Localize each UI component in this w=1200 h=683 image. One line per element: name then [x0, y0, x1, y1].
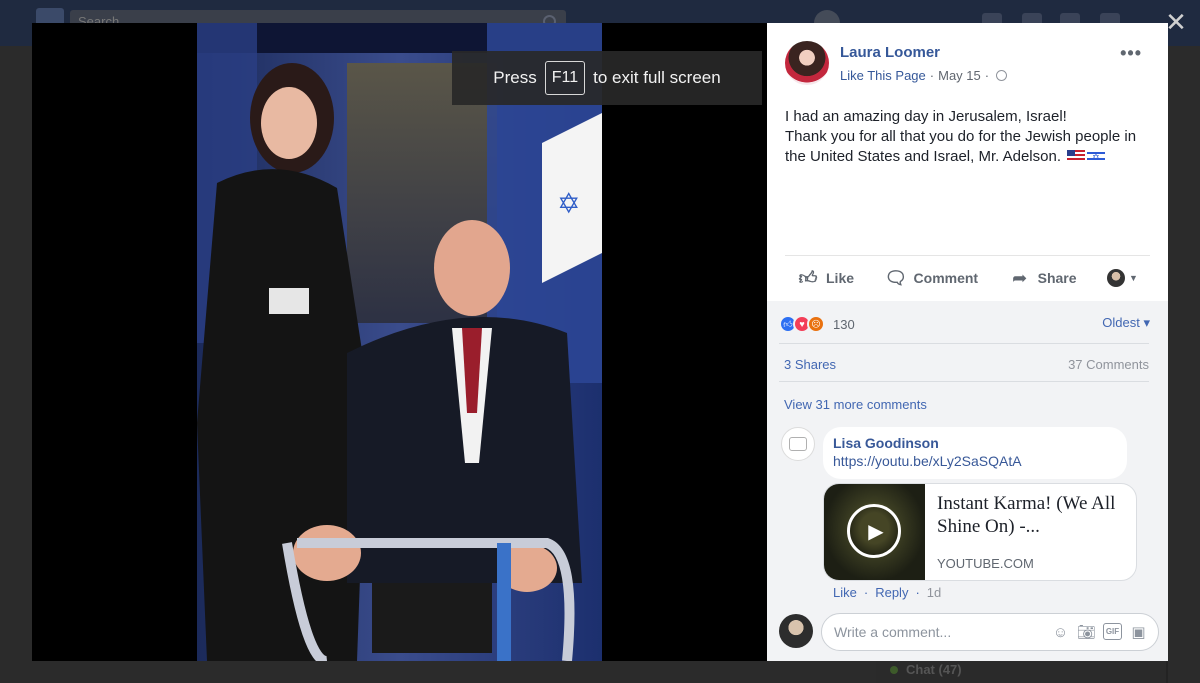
- row-divider-2: [779, 381, 1149, 382]
- angry-reaction-icon: ☹: [807, 315, 825, 333]
- us-flag-icon: [1067, 150, 1086, 162]
- emoji-icon[interactable]: ☺: [1051, 623, 1070, 642]
- current-user-avatar: [779, 614, 813, 648]
- online-dot-icon: [890, 666, 898, 674]
- post-photo[interactable]: ✡: [197, 23, 602, 661]
- svg-text:✡: ✡: [557, 187, 580, 220]
- chat-label: Chat (47): [906, 662, 962, 677]
- comment-label: Comment: [913, 270, 979, 286]
- israel-flag-icon: [1087, 147, 1106, 167]
- view-more-comments-link[interactable]: View 31 more comments: [784, 397, 927, 412]
- post-as-selector[interactable]: ▼: [1107, 269, 1138, 287]
- sticker-icon[interactable]: ▣: [1129, 623, 1148, 642]
- commenter-avatar[interactable]: [781, 427, 815, 461]
- background-right: [1168, 46, 1200, 683]
- share-arrow-icon: ➦: [1012, 268, 1028, 288]
- comment-actions-dot: ·: [863, 585, 869, 600]
- post-header: Laura Loomer Like This Page · May 15 · •…: [785, 41, 1150, 91]
- preview-domain: YOUTUBE.COM: [937, 556, 1034, 571]
- chevron-down-icon: ▼: [1129, 273, 1138, 283]
- comments-area: 👍︎ ♥ ☹ 130 Oldest ▾ 3 Shares 37 Comments…: [767, 301, 1168, 661]
- like-label: Like: [826, 270, 855, 286]
- comment-time[interactable]: 1d: [927, 585, 941, 600]
- globe-icon: [996, 70, 1008, 81]
- author-avatar[interactable]: [785, 41, 829, 85]
- author-name[interactable]: Laura Loomer: [840, 44, 940, 61]
- thumbs-up-icon: 👍︎: [798, 268, 818, 288]
- post-text-line-2-wrap: Thank you for all that you do for the Je…: [785, 127, 1155, 167]
- post-actions: 👍︎ Like 🗨︎ Comment ➦ Share ▼: [785, 257, 1150, 299]
- video-thumbnail: ▶: [824, 484, 925, 580]
- speech-bubble-icon: 🗨︎: [884, 268, 908, 288]
- fullscreen-hint-prefix: Press: [493, 68, 537, 87]
- stats-row: 3 Shares 37 Comments: [784, 357, 1149, 372]
- link-preview-card[interactable]: ▶ Instant Karma! (We All Shine On) -... …: [823, 483, 1137, 581]
- comment-actions: Like · Reply · 1d: [833, 585, 941, 600]
- post-meta: Like This Page · May 15 ·: [840, 68, 1008, 83]
- row-divider: [779, 343, 1149, 344]
- commenter-avatar-logo: [789, 437, 807, 451]
- photo-stage: ✡: [32, 23, 767, 661]
- comments-count[interactable]: 37 Comments: [1068, 357, 1149, 372]
- like-button[interactable]: 👍︎ Like: [797, 268, 854, 288]
- preview-title: Instant Karma! (We All Shine On) -...: [937, 493, 1116, 537]
- background-left: [0, 46, 32, 683]
- background-bottom: [32, 661, 876, 683]
- post-text: I had an amazing day in Jerusalem, Israe…: [785, 107, 1155, 167]
- composer-tools: ☺ 📷︎ GIF ▣: [1051, 623, 1148, 642]
- fullscreen-hint-suffix: to exit full screen: [593, 68, 721, 87]
- post-panel: Laura Loomer Like This Page · May 15 · •…: [767, 23, 1168, 661]
- comment-link[interactable]: https://youtu.be/xLy2SaSQAtA: [833, 453, 1117, 469]
- comment-reply-link[interactable]: Reply: [875, 585, 908, 600]
- like-page-link[interactable]: Like This Page: [840, 68, 926, 83]
- share-button[interactable]: ➦ Share: [1009, 268, 1077, 288]
- commenter-name[interactable]: Lisa Goodinson: [833, 435, 1117, 451]
- fullscreen-hint: Press F11 to exit full screen: [452, 51, 762, 105]
- reactions-summary[interactable]: 👍︎ ♥ ☹ 130: [779, 313, 1149, 335]
- comment-like-link[interactable]: Like: [833, 585, 857, 600]
- comment-bubble: Lisa Goodinson https://youtu.be/xLy2SaSQ…: [823, 427, 1127, 479]
- share-label: Share: [1037, 270, 1077, 286]
- mini-avatar: [1107, 269, 1126, 287]
- photo-image: ✡: [197, 23, 602, 661]
- comment-composer: ☺ 📷︎ GIF ▣: [767, 604, 1168, 661]
- shares-link[interactable]: 3 Shares: [784, 357, 836, 372]
- meta-separator-2: ·: [984, 68, 990, 83]
- camera-icon[interactable]: 📷︎: [1077, 623, 1096, 642]
- comment-actions-dot-2: ·: [915, 585, 920, 600]
- gif-icon[interactable]: GIF: [1103, 623, 1122, 640]
- post-date[interactable]: May 15: [938, 68, 981, 83]
- sort-dropdown[interactable]: Oldest ▾: [1102, 315, 1150, 331]
- actions-divider: [785, 255, 1150, 256]
- comment-button[interactable]: 🗨︎ Comment: [885, 268, 979, 288]
- post-text-line-1: I had an amazing day in Jerusalem, Israe…: [785, 108, 1067, 125]
- meta-separator: ·: [929, 68, 935, 83]
- reaction-count: 130: [833, 316, 855, 332]
- play-icon: ▶: [847, 504, 901, 558]
- f11-key: F11: [544, 61, 586, 95]
- more-options-icon[interactable]: •••: [1120, 43, 1142, 64]
